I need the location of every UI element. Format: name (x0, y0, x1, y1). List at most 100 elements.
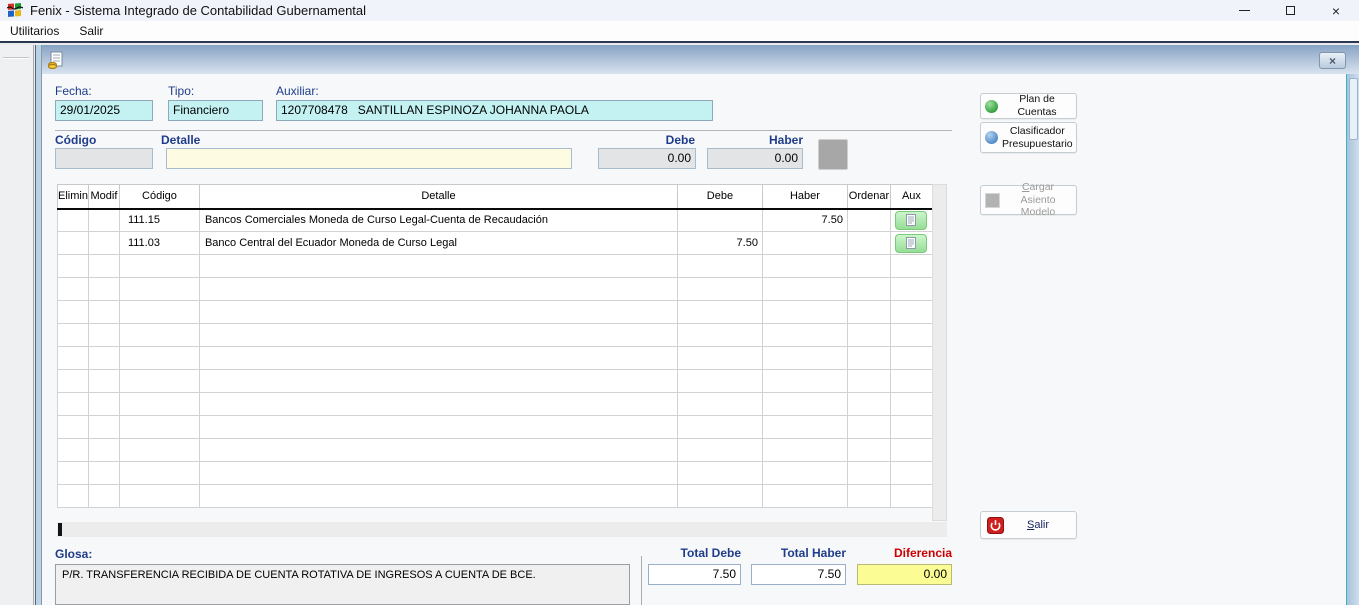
aux-button[interactable] (895, 211, 927, 230)
col-header-detalle[interactable]: Detalle (199, 185, 677, 209)
cell-aux (890, 416, 932, 439)
cell-haber[interactable]: 7.50 (762, 209, 847, 232)
cell-aux (890, 255, 932, 278)
cell-haber (762, 462, 847, 485)
col-header-modif[interactable]: Modif (88, 185, 119, 209)
cell-codigo (119, 301, 199, 324)
col-header-haber[interactable]: Haber (762, 185, 847, 209)
empty-row[interactable] (58, 393, 933, 416)
cell-aux (890, 462, 932, 485)
form-title-bar (42, 45, 1359, 74)
cell-ordenar[interactable] (847, 209, 890, 232)
restore-icon[interactable] (1267, 0, 1313, 21)
empty-row[interactable] (58, 278, 933, 301)
diferencia-field: 0.00 (857, 564, 952, 585)
panel-grip[interactable] (3, 57, 29, 59)
cell-elimin (58, 439, 89, 462)
cell-detalle[interactable]: Bancos Comerciales Moneda de Curso Legal… (199, 209, 677, 232)
cell-elimin (58, 462, 89, 485)
cell-detalle (199, 347, 677, 370)
empty-row[interactable] (58, 324, 933, 347)
cell-haber (762, 301, 847, 324)
empty-row[interactable] (58, 462, 933, 485)
add-entry-button[interactable] (818, 139, 848, 170)
menu-salir[interactable]: Salir (69, 21, 113, 41)
cell-elimin (58, 324, 89, 347)
cell-modif[interactable] (88, 209, 119, 232)
entry-row[interactable]: 111.15Bancos Comerciales Moneda de Curso… (58, 209, 933, 232)
tipo-field[interactable]: Financiero (168, 100, 263, 121)
empty-row[interactable] (58, 416, 933, 439)
empty-row[interactable] (58, 255, 933, 278)
cell-elimin (58, 278, 89, 301)
clasificador-label: ClasificadorPresupuestario (1002, 125, 1073, 150)
grid-horizontal-scrollbar[interactable] (57, 522, 947, 537)
cell-modif (88, 485, 119, 508)
clasificador-presupuestario-button[interactable]: ClasificadorPresupuestario (980, 122, 1077, 153)
cell-detalle (199, 370, 677, 393)
close-icon[interactable]: × (1313, 0, 1359, 21)
form-scrollbar[interactable] (1346, 74, 1359, 605)
empty-row[interactable] (58, 370, 933, 393)
cell-debe[interactable] (677, 209, 762, 232)
cell-aux[interactable] (890, 232, 932, 255)
tipo-label: Tipo: (168, 84, 194, 98)
cell-haber (762, 347, 847, 370)
cell-ordenar (847, 255, 890, 278)
cell-elimin[interactable] (58, 209, 89, 232)
cell-ordenar (847, 416, 890, 439)
cell-debe[interactable]: 7.50 (677, 232, 762, 255)
haber-input[interactable]: 0.00 (707, 148, 803, 169)
cell-ordenar (847, 370, 890, 393)
minimize-icon[interactable] (1221, 0, 1267, 21)
col-header-aux[interactable]: Aux (890, 185, 932, 209)
empty-row[interactable] (58, 301, 933, 324)
plan-de-cuentas-button[interactable]: Plan de Cuentas (980, 93, 1077, 119)
salir-button[interactable]: Salir (980, 511, 1077, 539)
cell-codigo[interactable]: 111.03 (119, 232, 199, 255)
empty-row[interactable] (58, 439, 933, 462)
cell-codigo (119, 485, 199, 508)
cell-modif (88, 393, 119, 416)
empty-row[interactable] (58, 347, 933, 370)
codigo-input[interactable] (55, 148, 153, 169)
cell-codigo[interactable]: 111.15 (119, 209, 199, 232)
form-close-icon[interactable]: × (1319, 52, 1346, 69)
detalle-input[interactable] (166, 148, 572, 169)
col-header-elimin[interactable]: Elimin (58, 185, 89, 209)
cell-elimin[interactable] (58, 232, 89, 255)
cell-haber (762, 324, 847, 347)
cargar-asiento-modelo-button[interactable]: Cargar AsientoModelo (980, 185, 1077, 215)
aux-button[interactable] (895, 234, 927, 253)
glosa-textarea[interactable]: P/R. TRANSFERENCIA RECIBIDA DE CUENTA RO… (55, 564, 630, 605)
cell-aux (890, 347, 932, 370)
debe-input[interactable]: 0.00 (598, 148, 696, 169)
col-header-debe[interactable]: Debe (677, 185, 762, 209)
col-header-ordenar[interactable]: Ordenar (847, 185, 890, 209)
entries-table: EliminModifCódigoDetalleDebeHaberOrdenar… (57, 184, 933, 508)
blue-sphere-icon (985, 131, 998, 144)
cell-detalle (199, 255, 677, 278)
menu-bar: Utilitarios Salir (0, 21, 1359, 43)
haber-label: Haber (707, 133, 803, 147)
cell-detalle[interactable]: Banco Central del Ecuador Moneda de Curs… (199, 232, 677, 255)
application-window: Fenix - Sistema Integrado de Contabilida… (0, 0, 1359, 605)
auxiliar-field[interactable]: 1207708478 SANTILLAN ESPINOZA JOHANNA PA… (276, 100, 713, 121)
cell-haber[interactable] (762, 232, 847, 255)
cell-modif[interactable] (88, 232, 119, 255)
empty-row[interactable] (58, 485, 933, 508)
cell-aux[interactable] (890, 209, 932, 232)
grid-hscroll-thumb[interactable] (58, 523, 62, 536)
grid-vertical-scrollbar[interactable] (932, 184, 947, 521)
cell-ordenar[interactable] (847, 232, 890, 255)
menu-utilitarios[interactable]: Utilitarios (0, 21, 69, 41)
form-scrollbar-thumb[interactable] (1349, 78, 1358, 140)
cell-modif (88, 416, 119, 439)
fecha-field[interactable]: 29/01/2025 (55, 100, 153, 121)
cell-haber (762, 439, 847, 462)
cell-codigo (119, 416, 199, 439)
col-header-codigo[interactable]: Código (119, 185, 199, 209)
cell-codigo (119, 393, 199, 416)
cell-codigo (119, 278, 199, 301)
entry-row[interactable]: 111.03Banco Central del Ecuador Moneda d… (58, 232, 933, 255)
